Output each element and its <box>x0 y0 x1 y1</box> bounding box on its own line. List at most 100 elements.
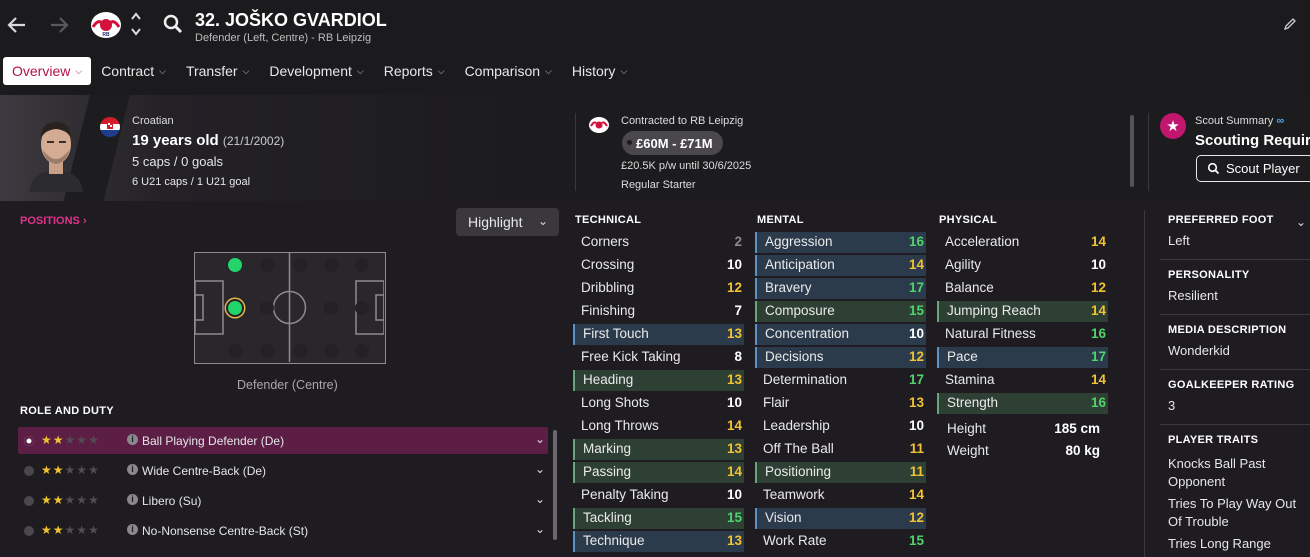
attribute-row-dribbling[interactable]: Dribbling 12 <box>573 278 744 299</box>
info-icon[interactable]: i <box>127 494 138 505</box>
attribute-row-leadership[interactable]: Leadership 10 <box>755 416 926 437</box>
position-dot[interactable] <box>294 344 308 358</box>
role-radio[interactable] <box>24 466 34 476</box>
attribute-row-natural-fitness[interactable]: Natural Fitness 16 <box>937 324 1108 345</box>
role-row[interactable]: ★★★★★ i Libero (Su) ⌄ <box>18 487 548 514</box>
technical-header: TECHNICAL <box>575 214 642 226</box>
attribute-row-vision[interactable]: Vision 12 <box>755 508 926 529</box>
position-dot[interactable] <box>260 301 274 315</box>
chevron-down-icon[interactable]: ⌄ <box>535 492 545 506</box>
role-name: Libero (Su) <box>142 494 202 508</box>
position-dot[interactable] <box>260 344 274 358</box>
attribute-row-strength[interactable]: Strength 16 <box>937 393 1108 414</box>
chevron-down-icon[interactable]: ⌄ <box>1296 215 1306 229</box>
attribute-value: 14 <box>1090 234 1106 249</box>
divider <box>1160 424 1310 425</box>
position-dot[interactable] <box>355 344 369 358</box>
attribute-row-anticipation[interactable]: Anticipation 14 <box>755 255 926 276</box>
info-icon[interactable]: i <box>127 464 138 475</box>
info-icon[interactable]: i <box>127 524 138 535</box>
attribute-value: 7 <box>734 303 742 318</box>
info-icon[interactable]: i <box>127 434 138 445</box>
edit-pencil-icon[interactable] <box>1283 17 1297 31</box>
attribute-row-composure[interactable]: Composure 15 <box>755 301 926 322</box>
role-list-scrollbar[interactable] <box>553 430 557 540</box>
band-scrollbar[interactable] <box>1130 115 1134 187</box>
attribute-row-pace[interactable]: Pace 17 <box>937 347 1108 368</box>
position-dot[interactable] <box>260 258 274 272</box>
position-dot[interactable] <box>324 258 338 272</box>
role-radio[interactable] <box>24 526 34 536</box>
position-dot[interactable] <box>324 301 338 315</box>
attribute-row-finishing[interactable]: Finishing 7 <box>573 301 744 322</box>
search-icon[interactable] <box>162 13 186 37</box>
club-badge-icon[interactable]: RB <box>88 9 124 41</box>
attribute-row-jumping-reach[interactable]: Jumping Reach 14 <box>937 301 1108 322</box>
attribute-row-long-shots[interactable]: Long Shots 10 <box>573 393 744 414</box>
position-dot[interactable] <box>324 344 338 358</box>
attribute-row-acceleration[interactable]: Acceleration 14 <box>937 232 1108 253</box>
attribute-row-concentration[interactable]: Concentration 10 <box>755 324 926 345</box>
forward-arrow-icon[interactable] <box>46 12 72 38</box>
role-duty-header: ROLE AND DUTY <box>20 405 114 417</box>
chevron-down-icon[interactable]: ⌄ <box>535 462 545 476</box>
attribute-row-penalty-taking[interactable]: Penalty Taking 10 <box>573 485 744 506</box>
position-dot-dc-selected[interactable] <box>228 301 242 315</box>
attribute-row-work-rate[interactable]: Work Rate 15 <box>755 531 926 552</box>
attribute-row-tackling[interactable]: Tackling 15 <box>573 508 744 529</box>
back-arrow-icon[interactable] <box>4 12 30 38</box>
attribute-row-long-throws[interactable]: Long Throws 14 <box>573 416 744 437</box>
goalkeeper-rating-value: 3 <box>1168 398 1176 413</box>
attribute-row-free-kick-taking[interactable]: Free Kick Taking 8 <box>573 347 744 368</box>
tab-development[interactable]: Development ⌵ <box>259 57 373 85</box>
attribute-row-decisions[interactable]: Decisions 12 <box>755 347 926 368</box>
attribute-row-positioning[interactable]: Positioning 11 <box>755 462 926 483</box>
role-row[interactable]: ★★★★★ i Wide Centre-Back (De) ⌄ <box>18 457 548 484</box>
physical-header: PHYSICAL <box>939 214 998 226</box>
attribute-value: 14 <box>726 464 742 479</box>
attribute-row-stamina[interactable]: Stamina 14 <box>937 370 1108 391</box>
attribute-row-teamwork[interactable]: Teamwork 14 <box>755 485 926 506</box>
attribute-row-determination[interactable]: Determination 17 <box>755 370 926 391</box>
attribute-row-flair[interactable]: Flair 13 <box>755 393 926 414</box>
tab-comparison[interactable]: Comparison ⌵ <box>455 57 562 85</box>
attribute-row-bravery[interactable]: Bravery 17 <box>755 278 926 299</box>
attribute-row-agility[interactable]: Agility 10 <box>937 255 1108 276</box>
u21-caps-text: 6 U21 caps / 1 U21 goal <box>132 176 251 188</box>
attribute-row-off-the-ball[interactable]: Off The Ball 11 <box>755 439 926 460</box>
positions-header-link[interactable]: POSITIONS › <box>20 215 87 227</box>
attribute-row-marking[interactable]: Marking 13 <box>573 439 744 460</box>
dob-text: (21/1/2002) <box>222 134 285 148</box>
position-dot[interactable] <box>355 301 369 315</box>
tab-history[interactable]: History ⌵ <box>562 57 637 85</box>
position-dot-dl-active[interactable] <box>228 258 242 272</box>
role-radio[interactable] <box>24 436 34 446</box>
tab-overview[interactable]: Overview ⌵ <box>3 57 92 85</box>
divider <box>1160 369 1310 370</box>
tab-reports[interactable]: Reports ⌵ <box>374 57 455 85</box>
transfer-value-tag[interactable]: £60M - £71M <box>622 131 723 155</box>
position-dot[interactable] <box>294 258 308 272</box>
position-dot[interactable] <box>228 344 242 358</box>
highlight-dropdown[interactable]: Highlight ⌄ <box>456 208 559 236</box>
chevron-down-icon[interactable]: ⌄ <box>535 522 545 536</box>
trait-item: Tries Long Range <box>1168 536 1271 551</box>
tab-transfer[interactable]: Transfer ⌵ <box>176 57 259 85</box>
role-row[interactable]: ★★★★★ i Ball Playing Defender (De) ⌄ <box>18 427 548 454</box>
attribute-row-crossing[interactable]: Crossing 10 <box>573 255 744 276</box>
player-switch-arrows-icon[interactable] <box>128 10 144 40</box>
attribute-row-balance[interactable]: Balance 12 <box>937 278 1108 299</box>
position-dot[interactable] <box>355 258 369 272</box>
attribute-row-heading[interactable]: Heading 13 <box>573 370 744 391</box>
scout-player-button[interactable]: Scout Player <box>1196 155 1310 182</box>
attribute-row-technique[interactable]: Technique 13 <box>573 531 744 552</box>
attribute-row-passing[interactable]: Passing 14 <box>573 462 744 483</box>
attribute-name: Corners <box>581 234 630 249</box>
role-row[interactable]: ★★★★★ i No-Nonsense Centre-Back (St) ⌄ <box>18 517 548 544</box>
role-radio[interactable] <box>24 496 34 506</box>
chevron-down-icon[interactable]: ⌄ <box>535 432 545 446</box>
attribute-row-aggression[interactable]: Aggression 16 <box>755 232 926 253</box>
attribute-row-first-touch[interactable]: First Touch 13 <box>573 324 744 345</box>
tab-contract[interactable]: Contract ⌵ <box>91 57 176 85</box>
attribute-row-corners[interactable]: Corners 2 <box>573 232 744 253</box>
